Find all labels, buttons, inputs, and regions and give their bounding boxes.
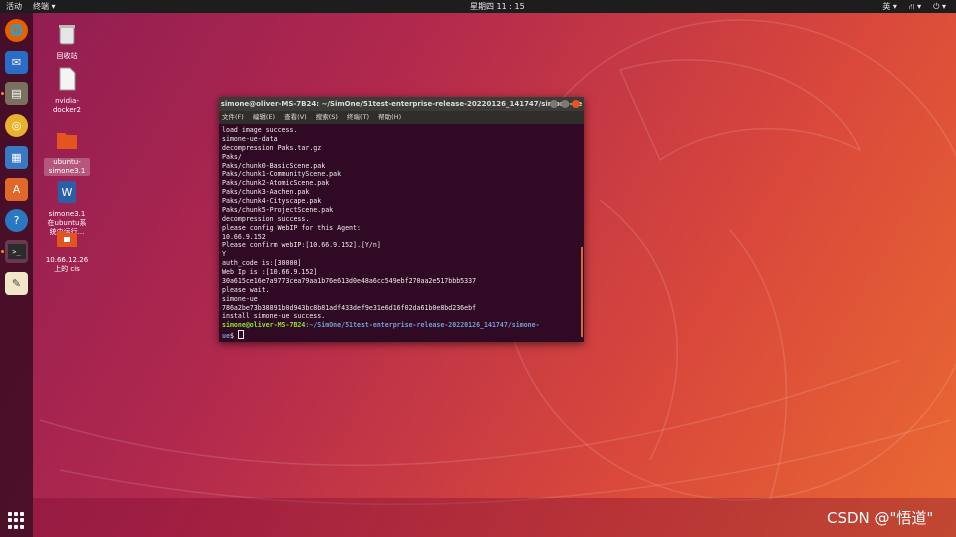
menu-file[interactable]: 文件(F) bbox=[222, 113, 244, 121]
folder-icon[interactable]: ▤ bbox=[5, 82, 28, 105]
terminal-line: Web Ip is :[10.66.9.152] bbox=[222, 268, 318, 276]
terminal-line: install simone-ue success. bbox=[222, 312, 326, 321]
minimize-icon[interactable] bbox=[550, 100, 558, 108]
terminal-line: please config WebIP for this Agent: bbox=[222, 223, 361, 232]
input-method-menu[interactable]: 英 ▾ bbox=[882, 0, 897, 13]
network-icon[interactable]: ⛙ ▾ bbox=[909, 0, 921, 13]
terminal-line: 30a615ce16e7a9773cea79aa1b76e613d0e48a6c… bbox=[222, 276, 477, 285]
terminal-title: simone@oliver-MS-7B24: ~/SimOne/51test-e… bbox=[220, 100, 583, 108]
desktop-icon-nvidia-docker2[interactable]: nvidia- docker2 bbox=[44, 67, 90, 115]
close-icon[interactable] bbox=[572, 100, 580, 108]
dock: 🌐 ✉ ▤ ◎ ▦ A ? >_ ✎ bbox=[0, 13, 33, 537]
running-indicator bbox=[1, 250, 4, 253]
desktop-icon-trash[interactable]: 回收站 bbox=[44, 22, 90, 61]
terminal-icon[interactable]: >_ bbox=[5, 240, 28, 263]
desktop-icon-ubuntu-simone[interactable]: ubuntu- simone3.1 bbox=[44, 128, 90, 176]
network-folder-icon bbox=[57, 231, 77, 247]
menu-search[interactable]: 搜索(S) bbox=[316, 113, 338, 121]
prompt-user: simone@oliver-MS-7B24 bbox=[222, 321, 306, 330]
activities-button[interactable]: 活动 bbox=[6, 0, 22, 13]
prompt-symbol: $ bbox=[229, 332, 238, 340]
terminal-line: decompression success. bbox=[222, 214, 310, 223]
window-controls bbox=[550, 100, 580, 108]
desktop-icon-label: ubuntu- simone3.1 bbox=[44, 158, 90, 176]
file-icon bbox=[59, 67, 76, 91]
terminal-prompt-line: ue$ bbox=[222, 330, 581, 340]
top-bar: 活动 终端 ▾ 星期四 11 : 15 英 ▾ ⛙ ▾ ⏻ ▾ bbox=[0, 0, 956, 13]
app-menu[interactable]: 终端 ▾ bbox=[33, 0, 56, 13]
terminal-line: please wait. bbox=[222, 285, 270, 294]
terminal-line: Please confirm webIP:[10.66.9.152].[Y/n] bbox=[222, 241, 381, 250]
text-editor-icon[interactable]: ✎ bbox=[5, 272, 28, 295]
terminal-line: Paks/chunk3-Aachen.pak bbox=[222, 188, 310, 197]
folder-icon bbox=[57, 133, 77, 149]
terminal-line: simone-ue bbox=[222, 294, 258, 303]
desktop-icon-label: nvidia- docker2 bbox=[52, 97, 82, 114]
desktop-icon-network-share[interactable]: 10.66.12.26 上的 cis bbox=[44, 226, 90, 274]
terminal-line: 10.66.9.152 bbox=[222, 232, 266, 241]
prompt-path-continued: ue bbox=[222, 332, 230, 340]
menu-help[interactable]: 帮助(H) bbox=[378, 113, 401, 121]
system-tray: 英 ▾ ⛙ ▾ ⏻ ▾ bbox=[882, 0, 946, 13]
terminal-line: load image success. bbox=[222, 126, 298, 134]
menu-edit[interactable]: 编辑(E) bbox=[253, 113, 275, 121]
desktop-icon-label: 回收站 bbox=[56, 52, 78, 60]
word-document-icon: W bbox=[58, 181, 76, 203]
show-applications-icon[interactable] bbox=[8, 512, 25, 529]
text-cursor bbox=[237, 330, 244, 340]
terminal-scrollbar[interactable] bbox=[581, 247, 583, 337]
terminal-glyph: >_ bbox=[7, 244, 26, 259]
desktop-icon-label: 10.66.12.26 上的 cis bbox=[45, 256, 89, 273]
watermark: CSDN @"悟道" bbox=[827, 509, 934, 527]
help-icon[interactable]: ? bbox=[5, 209, 28, 232]
terminal-line: Paks/chunk1-CommunityScene.pak bbox=[222, 170, 342, 179]
terminal-line: Paks/ bbox=[222, 152, 242, 161]
menu-view[interactable]: 查看(V) bbox=[284, 113, 307, 121]
terminal-line: Paks/chunk2-AtomicScene.pak bbox=[222, 179, 330, 188]
prompt-path: :~/SimOne/51test-enterprise-release-2022… bbox=[305, 321, 540, 330]
terminal-line: Paks/chunk5-ProjectScene.pak bbox=[222, 205, 334, 214]
svg-text:W: W bbox=[62, 186, 73, 199]
menu-terminal[interactable]: 终端(T) bbox=[347, 113, 369, 121]
terminal-window[interactable]: simone@oliver-MS-7B24: ~/SimOne/51test-e… bbox=[219, 97, 584, 342]
terminal-line: Paks/chunk0-BasicScene.pak bbox=[222, 161, 326, 170]
running-indicator bbox=[1, 92, 4, 95]
terminal-line: auth_code is:[30000] bbox=[222, 259, 302, 268]
power-icon[interactable]: ⏻ ▾ bbox=[933, 0, 946, 13]
terminal-line: Y bbox=[222, 250, 226, 259]
mail-icon[interactable]: ✉ bbox=[5, 51, 28, 74]
maximize-icon[interactable] bbox=[561, 100, 569, 108]
music-icon[interactable]: ◎ bbox=[5, 114, 28, 137]
firefox-icon[interactable]: 🌐 bbox=[5, 19, 28, 42]
terminal-line: Paks/chunk4-Cityscape.pak bbox=[222, 197, 322, 205]
store-icon[interactable]: A bbox=[5, 178, 28, 201]
terminal-output[interactable]: load image success. simone-ue-data decompr… bbox=[219, 124, 584, 340]
terminal-line: simone-ue-data bbox=[222, 134, 278, 143]
terminal-titlebar[interactable]: simone@oliver-MS-7B24: ~/SimOne/51test-e… bbox=[219, 97, 584, 111]
document-icon[interactable]: ▦ bbox=[5, 146, 28, 169]
terminal-line: decompression Paks.tar.gz bbox=[222, 143, 322, 152]
trash-icon bbox=[59, 25, 75, 45]
terminal-prompt-line: simone@oliver-MS-7B24:~/SimOne/51test-en… bbox=[222, 321, 581, 330]
clock[interactable]: 星期四 11 : 15 bbox=[470, 0, 525, 13]
terminal-menubar: 文件(F) 编辑(E) 查看(V) 搜索(S) 终端(T) 帮助(H) bbox=[219, 111, 584, 124]
terminal-line: 786a2be73b38891b0d943bc8b81adf433def9e31… bbox=[222, 303, 477, 312]
